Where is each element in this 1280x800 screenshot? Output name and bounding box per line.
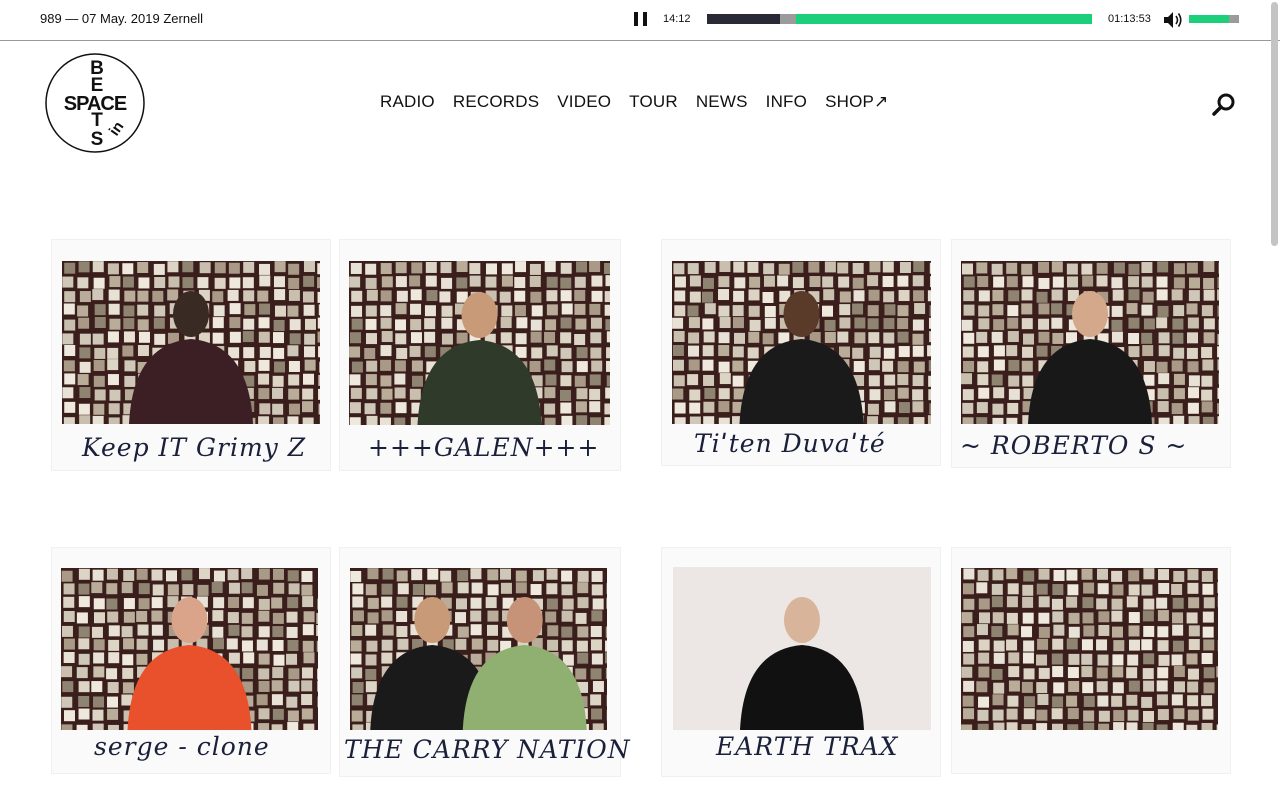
episode-card[interactable]: EARTH TRAX xyxy=(662,548,940,776)
episode-photo xyxy=(61,568,318,730)
episode-photo xyxy=(673,567,931,730)
episode-photo xyxy=(350,568,607,730)
episode-card[interactable]: Keep IT Grimy Z xyxy=(52,240,330,470)
episode-card[interactable]: ~ ROBERTO S ~ xyxy=(952,240,1230,467)
episode-card[interactable]: +++GALEN+++ xyxy=(340,240,620,470)
episode-caption: +++GALEN+++ xyxy=(368,433,600,462)
episode-card[interactable]: THE CARRY NATION xyxy=(340,548,630,776)
episode-caption: ~ ROBERTO S ~ xyxy=(960,431,1188,460)
episode-card[interactable] xyxy=(952,548,1230,773)
episode-card[interactable]: serge - clone xyxy=(52,548,330,773)
episode-photo xyxy=(961,261,1219,424)
episode-photo xyxy=(961,568,1218,730)
episode-caption: EARTH TRAX xyxy=(716,732,899,761)
episode-caption: serge - clone xyxy=(94,732,270,761)
episode-grid: Keep IT Grimy Z +++GALEN+++ Tiˈten Duvaˈ… xyxy=(0,0,1280,800)
episode-caption: THE CARRY NATION xyxy=(344,735,631,764)
episode-card[interactable]: Tiˈten Duvaˈté xyxy=(662,240,940,465)
episode-photo xyxy=(349,261,610,425)
episode-caption: Tiˈten Duvaˈté xyxy=(694,429,886,458)
episode-photo xyxy=(62,261,320,424)
episode-photo xyxy=(672,261,931,424)
episode-caption: Keep IT Grimy Z xyxy=(82,433,307,462)
